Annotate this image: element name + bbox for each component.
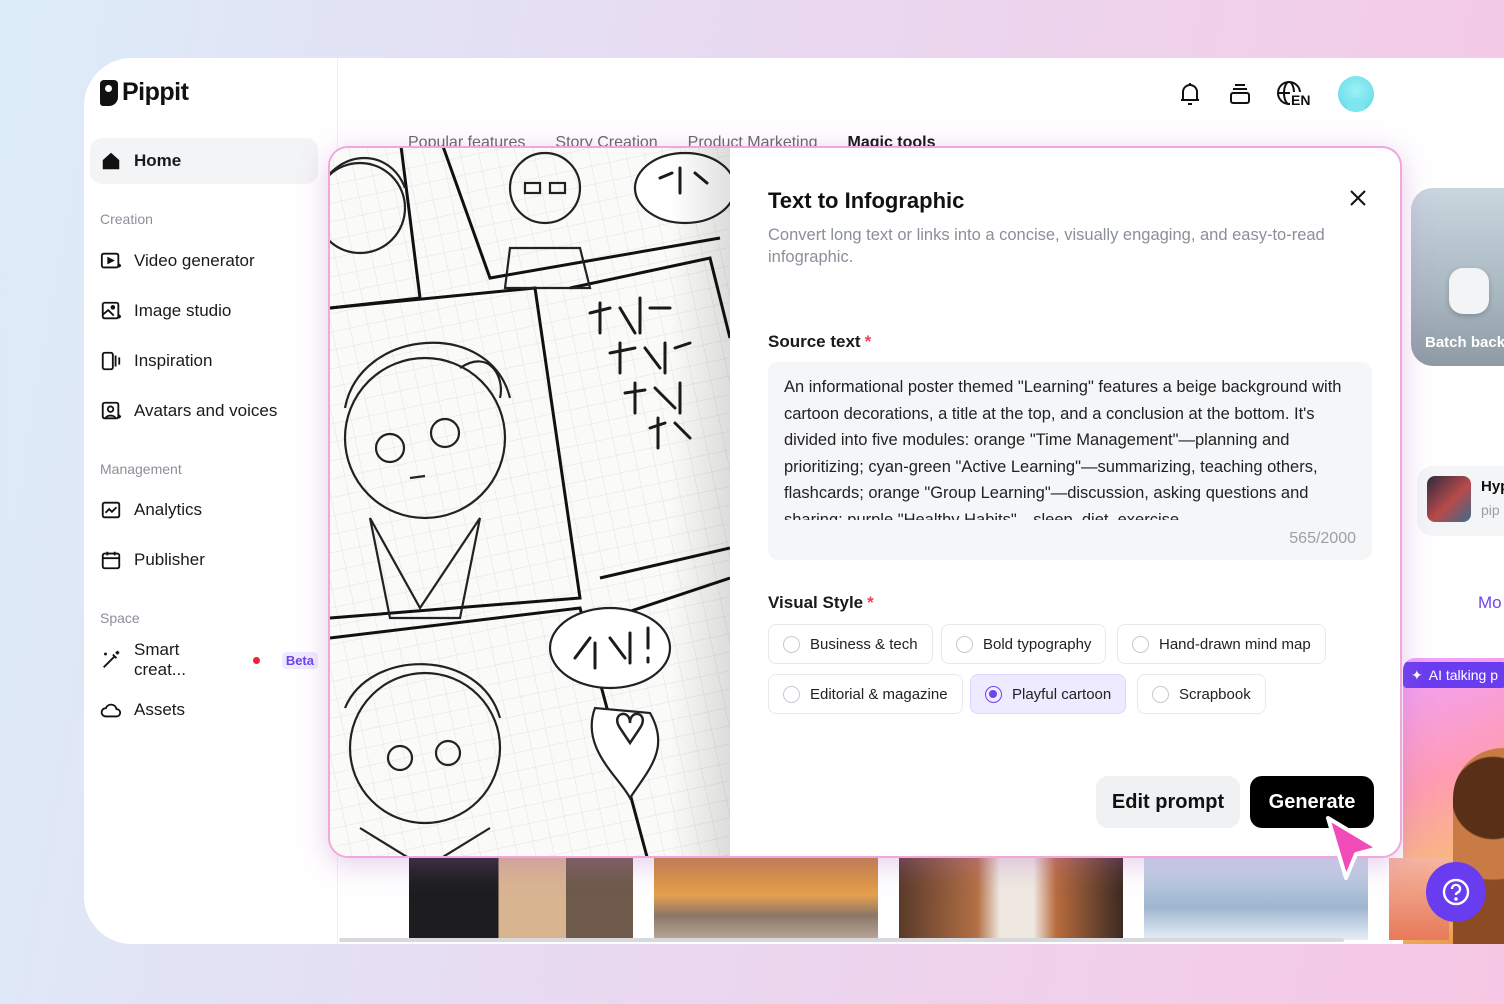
style-option-label: Scrapbook [1179, 685, 1251, 703]
style-option-label: Editorial & magazine [810, 685, 948, 703]
style-option-business-tech[interactable]: Business & tech [768, 624, 933, 664]
beta-badge: Beta [281, 651, 318, 669]
calendar-icon [101, 551, 121, 570]
sidebar-item-video-generator[interactable]: Video generator [90, 238, 318, 284]
source-text-input[interactable]: An informational poster themed "Learning… [768, 362, 1372, 560]
required-mark: * [867, 593, 874, 612]
batch-background-card[interactable]: Batch back [1411, 188, 1504, 366]
visual-style-label-text: Visual Style [768, 593, 864, 612]
style-option-bold-typography[interactable]: Bold typography [941, 624, 1107, 664]
sidebar-item-label: Image studio [134, 301, 232, 320]
home-icon [102, 152, 120, 170]
dialog-description: Convert long text or links into a concis… [768, 226, 1325, 266]
mini-card-subtitle: pip [1481, 502, 1500, 518]
analytics-icon [101, 501, 121, 519]
visual-style-label: Visual Style * [768, 593, 874, 613]
sidebar-item-label: Home [134, 151, 182, 170]
question-icon [1442, 878, 1470, 906]
source-text-label: Source text * [768, 332, 871, 352]
manga-sketch-illustration [330, 148, 730, 856]
sidebar: Pippit Home Creation Video generator Ima… [84, 58, 338, 944]
edit-prompt-button[interactable]: Edit prompt [1096, 776, 1240, 828]
section-label-space: Space [100, 610, 140, 626]
sidebar-item-avatars-and-voices[interactable]: Avatars and voices [90, 388, 318, 434]
sidebar-item-label: Video generator [134, 251, 255, 270]
sidebar-item-label: Smart creat... [134, 640, 186, 679]
source-text-value: An informational poster themed "Learning… [784, 378, 1342, 520]
sidebar-item-assets[interactable]: Assets [90, 687, 318, 733]
horizontal-scrollbar[interactable] [339, 938, 1344, 942]
image-studio-icon [101, 301, 122, 320]
magic-wand-icon [103, 650, 120, 668]
sidebar-item-image-studio[interactable]: Image studio [90, 288, 318, 334]
dialog-title: Text to Infographic [768, 188, 965, 213]
section-label-creation: Creation [100, 211, 153, 227]
bell-icon[interactable] [1176, 80, 1204, 108]
style-option-hand-drawn-mind-map[interactable]: Hand-drawn mind map [1117, 624, 1326, 664]
text-to-infographic-dialog: Text to Infographic Convert long text or… [328, 146, 1402, 858]
user-avatar[interactable] [1338, 76, 1374, 112]
required-mark: * [864, 332, 872, 351]
topbar-actions: EN [1176, 76, 1374, 112]
close-dialog-button[interactable] [1344, 184, 1372, 212]
earbuds-image [1449, 268, 1489, 314]
radio-icon [956, 635, 973, 653]
character-counter: 565/2000 [1289, 530, 1356, 547]
cloud-icon [100, 703, 122, 718]
mini-card-title: Hyp [1481, 478, 1504, 495]
help-button[interactable] [1426, 862, 1486, 922]
notification-dot [253, 656, 260, 664]
style-option-label: Playful cartoon [1012, 685, 1112, 703]
style-option-playful-cartoon[interactable]: Playful cartoon [970, 674, 1127, 714]
style-option-label: Bold typography [983, 635, 1092, 653]
radio-icon [1132, 635, 1149, 653]
inspiration-icon [101, 351, 121, 371]
radio-icon [1152, 685, 1169, 703]
sidebar-item-publisher[interactable]: Publisher [90, 537, 318, 583]
sidebar-item-label: Avatars and voices [134, 401, 278, 420]
stack-icon[interactable] [1226, 80, 1254, 108]
section-label-management: Management [100, 461, 182, 477]
mouse-cursor-icon [1326, 816, 1380, 880]
radio-selected-icon [985, 685, 1002, 703]
style-option-label: Business & tech [810, 635, 918, 653]
sidebar-item-analytics[interactable]: Analytics [90, 487, 318, 533]
ai-talking-label: AI talking p [1428, 667, 1498, 683]
thumbnail-microphone[interactable] [409, 858, 633, 940]
manga-sketch-preview [330, 148, 730, 856]
app-logo[interactable]: Pippit [100, 78, 189, 107]
source-text-label-text: Source text [768, 332, 861, 351]
language-selector[interactable]: EN [1276, 80, 1312, 108]
sidebar-item-label: Inspiration [134, 351, 213, 370]
sidebar-item-smart-creation[interactable]: Smart creat... Beta [90, 637, 318, 683]
style-option-label: Hand-drawn mind map [1159, 635, 1311, 653]
thumbnail-beach[interactable] [899, 858, 1123, 940]
style-option-editorial-magazine[interactable]: Editorial & magazine [768, 674, 963, 714]
language-code: EN [1290, 92, 1312, 108]
thumbnail-hotdog[interactable] [654, 858, 878, 940]
radio-icon [783, 685, 800, 703]
ai-talking-badge: ✦ AI talking p [1403, 662, 1504, 688]
close-icon [1350, 190, 1366, 206]
sidebar-item-label: Assets [134, 700, 186, 719]
app-name: Pippit [122, 78, 189, 106]
avatar-icon [101, 401, 122, 420]
pippit-logo-icon [100, 79, 118, 106]
sidebar-item-label: Analytics [134, 500, 203, 519]
video-generator-icon [100, 252, 122, 269]
sidebar-item-home[interactable]: Home [90, 138, 318, 184]
sidebar-item-inspiration[interactable]: Inspiration [90, 338, 318, 384]
more-link[interactable]: Mo [1478, 593, 1502, 613]
template-thumbnail [1427, 476, 1471, 522]
batch-card-label: Batch back [1425, 334, 1504, 351]
sidebar-item-label: Publisher [134, 550, 205, 569]
radio-icon [783, 635, 800, 653]
style-option-scrapbook[interactable]: Scrapbook [1137, 674, 1266, 714]
sparkle-icon: ✦ [1411, 666, 1423, 683]
mini-template-card[interactable]: Hyp pip [1417, 466, 1504, 536]
